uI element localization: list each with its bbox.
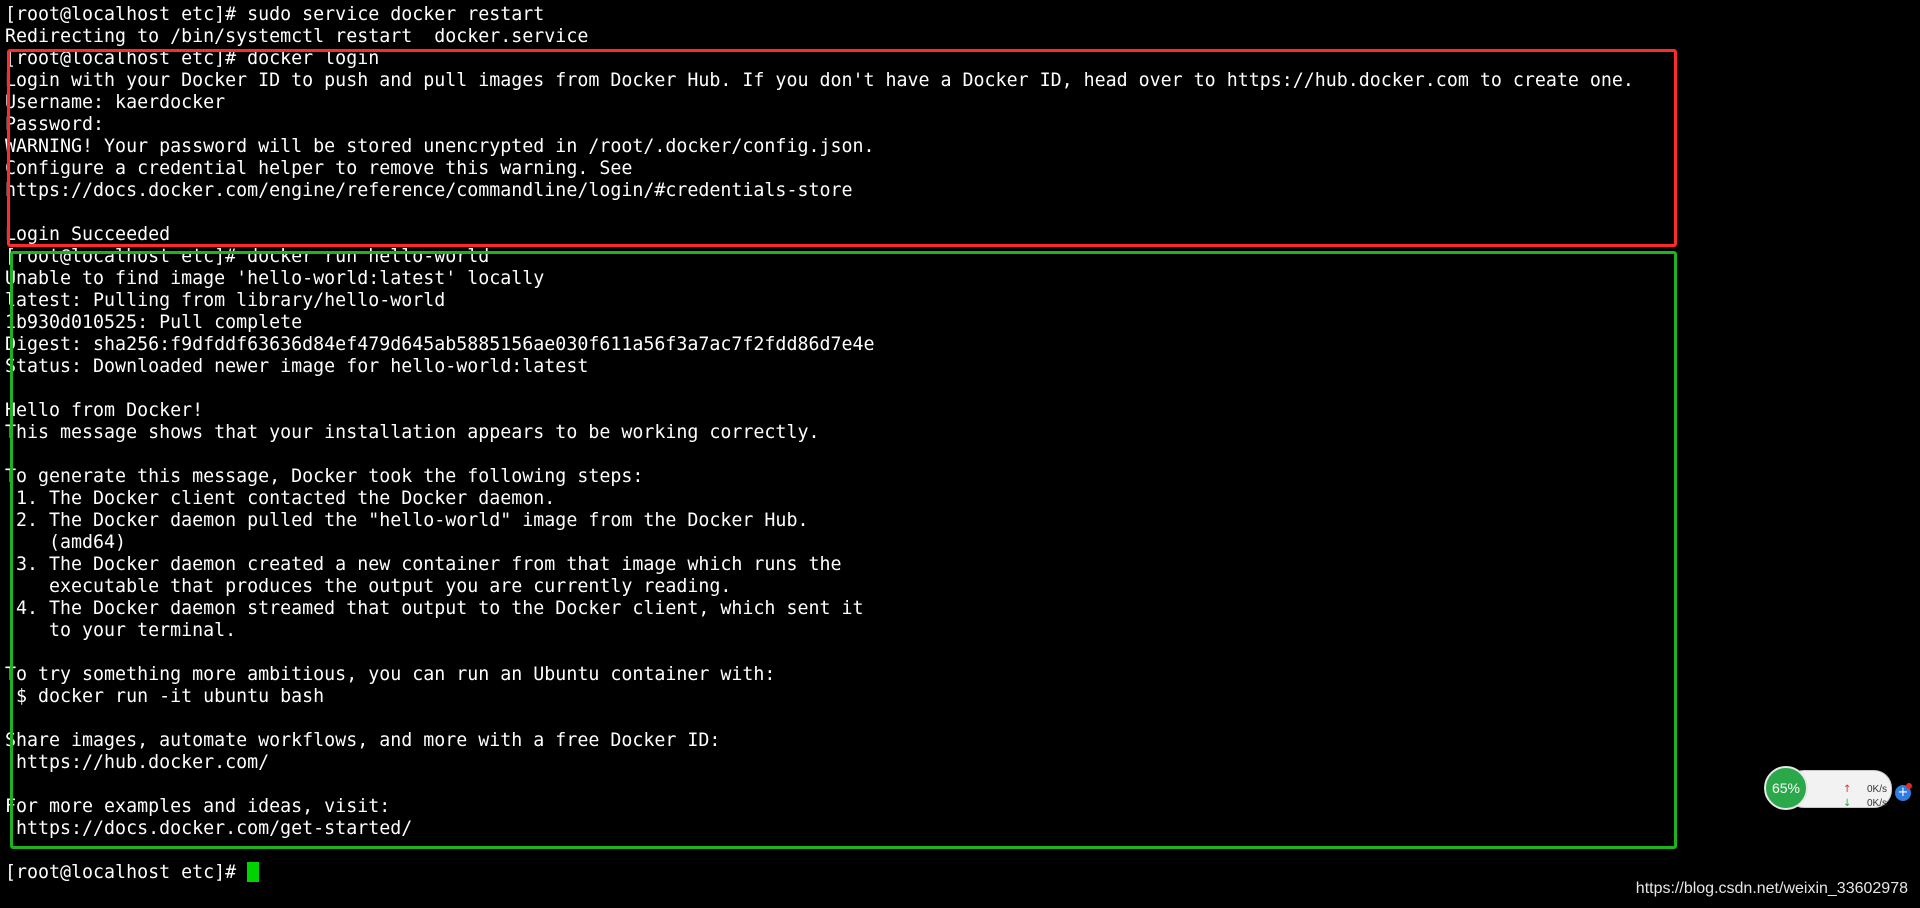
terminal-line: 1b930d010525: Pull complete [5,312,303,333]
terminal-line: [root@localhost etc]# docker run hello-w… [5,246,490,267]
terminal-line: Password: [5,114,105,135]
terminal-line: 1. The Docker client contacted the Docke… [5,488,556,509]
terminal-window[interactable]: [root@localhost etc]# sudo service docke… [0,0,1920,908]
memory-usage-ball[interactable]: 65% [1764,766,1808,810]
terminal-line: executable that produces the output you … [5,576,732,597]
terminal-line: [root@localhost etc]# sudo service docke… [5,4,545,25]
watermark-url: https://blog.csdn.net/weixin_33602978 [1635,880,1908,897]
terminal-line: WARNING! Your password will be stored un… [5,136,875,157]
terminal-line: Redirecting to /bin/systemctl restart do… [5,26,589,47]
terminal-line: Hello from Docker! [5,400,204,421]
terminal-line: https://docs.docker.com/get-started/ [5,818,413,839]
terminal-line: To generate this message, Docker took th… [5,466,644,487]
terminal-line: To try something more ambitious, you can… [5,664,776,685]
terminal-line: latest: Pulling from library/hello-world [5,290,446,311]
terminal-line: 2. The Docker daemon pulled the "hello-w… [5,510,809,531]
terminal-line: Share images, automate workflows, and mo… [5,730,721,751]
shell-prompt: [root@localhost etc]# [5,862,248,883]
terminal-line: 4. The Docker daemon streamed that outpu… [5,598,864,619]
terminal-line: (amd64) [5,532,127,553]
terminal-prompt-line[interactable]: [root@localhost etc]# [5,862,1634,884]
terminal-line: Digest: sha256:f9dfddf63636d84ef479d645a… [5,334,875,355]
terminal-line: Login with your Docker ID to push and pu… [5,70,1634,91]
terminal-line: Login Succeeded [5,224,171,245]
terminal-line: https://hub.docker.com/ [5,752,270,773]
terminal-line: For more examples and ideas, visit: [5,796,391,817]
terminal-line: https://docs.docker.com/engine/reference… [5,180,853,201]
notification-dot [1906,783,1912,789]
terminal-line: to your terminal. [5,620,237,641]
terminal-line: Unable to find image 'hello-world:latest… [5,268,545,289]
terminal-line: Status: Downloaded newer image for hello… [5,356,589,377]
terminal-output: [root@localhost etc]# sudo service docke… [5,4,1634,884]
terminal-line: This message shows that your installatio… [5,422,820,443]
terminal-line: Configure a credential helper to remove … [5,158,633,179]
terminal-line: $ docker run -it ubuntu bash [5,686,325,707]
terminal-line: 3. The Docker daemon created a new conta… [5,554,842,575]
terminal-line: [root@localhost etc]# docker login [5,48,380,69]
download-speed: 0K/s [1867,798,1888,809]
text-cursor [247,862,260,882]
download-arrow-icon: ↓ [1843,798,1852,809]
network-speed-widget[interactable]: ↑ 0K/s ↓ 0K/s + 65% [1764,766,1912,810]
terminal-line: Username: kaerdocker [5,92,226,113]
